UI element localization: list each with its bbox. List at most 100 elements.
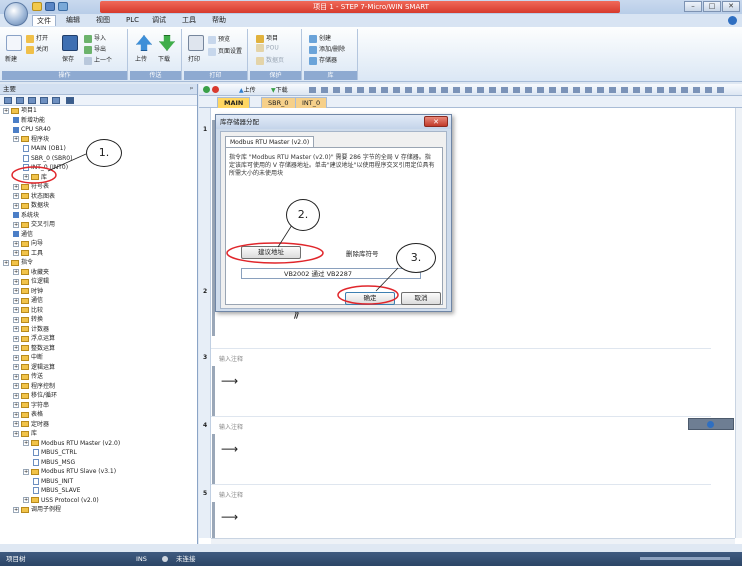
expand-icon[interactable]: +	[13, 221, 19, 228]
menu-plc[interactable]: PLC	[122, 15, 143, 26]
tree-item[interactable]: INT_0 (INT0)	[23, 164, 68, 172]
network-comment[interactable]: 输入注释	[219, 490, 243, 499]
tree-item[interactable]: + 表格	[13, 411, 43, 419]
tree-item[interactable]: SBR_0 (SBR0)	[23, 154, 72, 163]
tree-item[interactable]: + 向导	[13, 240, 43, 248]
tree-item[interactable]: + 计数器	[13, 326, 49, 334]
expand-icon[interactable]: +	[13, 288, 19, 294]
expand-icon[interactable]: +	[13, 411, 19, 418]
expand-icon[interactable]: +	[3, 259, 9, 266]
expand-icon[interactable]: +	[13, 354, 19, 361]
tree-item[interactable]: + 通信	[13, 297, 43, 305]
tree-item[interactable]: MBUS_MSG	[33, 458, 75, 467]
tree-item[interactable]: 通信	[13, 231, 33, 239]
editor-upload-button[interactable]: ▲上传	[239, 85, 256, 94]
menu-help[interactable]: 帮助	[208, 15, 230, 26]
tree-item[interactable]: + 收藏夹	[13, 269, 49, 277]
tree-item[interactable]: + 转换	[13, 316, 43, 324]
tree-tool-icon-5[interactable]	[52, 97, 60, 104]
expand-icon[interactable]: +	[13, 250, 19, 256]
add-remove-library-button[interactable]: 添加/删除	[309, 44, 345, 54]
tree-item[interactable]: + 传送	[13, 373, 43, 381]
save-button[interactable]: 保存	[62, 54, 74, 63]
expand-icon[interactable]: +	[13, 240, 19, 247]
new-button[interactable]: 新建	[5, 54, 17, 63]
help-icon[interactable]	[728, 16, 737, 25]
menu-file[interactable]: 文件	[32, 15, 56, 26]
close-window-button[interactable]: ✕	[722, 1, 740, 12]
expand-icon[interactable]: +	[13, 269, 19, 275]
expand-icon[interactable]: +	[23, 174, 29, 180]
expand-icon[interactable]: +	[13, 183, 19, 190]
dialog-close-button[interactable]: ✕	[424, 116, 448, 127]
tree-item[interactable]: + Modbus RTU Slave (v3.1)	[23, 468, 116, 476]
import-button[interactable]: 导入	[84, 33, 106, 43]
address-range-field[interactable]: VB2002 通过 VB2287	[241, 268, 421, 279]
tab-int0[interactable]: INT_0	[295, 97, 328, 108]
open-button[interactable]: 打开	[26, 33, 48, 43]
tree-item[interactable]: + 程序块	[13, 136, 49, 144]
expand-icon[interactable]: +	[13, 364, 19, 370]
tree-item[interactable]: MBUS_SLAVE	[33, 487, 80, 495]
zoom-slider[interactable]	[640, 557, 730, 560]
expand-icon[interactable]: +	[13, 326, 19, 332]
tree-item[interactable]: MBUS_INIT	[33, 477, 73, 486]
expand-icon[interactable]: +	[13, 506, 19, 513]
menu-edit[interactable]: 编辑	[62, 15, 84, 26]
tree-item[interactable]: + 指令	[3, 259, 33, 267]
tree-item[interactable]: + 数据块	[13, 202, 49, 210]
page-setup-button[interactable]: 页面设置	[208, 46, 242, 56]
expand-icon[interactable]: +	[13, 345, 19, 351]
vertical-scrollbar[interactable]	[735, 108, 742, 538]
tree-tool-icon-2[interactable]	[16, 97, 24, 104]
expand-icon[interactable]: +	[13, 136, 19, 142]
tree-item[interactable]: + 字符串	[13, 402, 49, 410]
library-memory-button[interactable]: 存储器	[309, 55, 337, 65]
help-widget[interactable]	[688, 418, 734, 430]
tree-item[interactable]: + 中断	[13, 354, 43, 362]
editor-download-button[interactable]: ▼下载	[271, 85, 288, 94]
expand-icon[interactable]: +	[13, 402, 19, 408]
tree-item[interactable]: + USS Protocol (v2.0)	[23, 497, 99, 505]
expand-icon[interactable]: +	[23, 497, 29, 503]
tree-item[interactable]: + 程序控制	[13, 383, 55, 391]
tree-item[interactable]: MAIN (OB1)	[23, 145, 66, 153]
tree-tool-icon-4[interactable]	[40, 97, 48, 104]
expand-icon[interactable]: +	[13, 297, 19, 304]
expand-icon[interactable]: +	[13, 430, 19, 437]
menu-view[interactable]: 视图	[92, 15, 114, 26]
expand-icon[interactable]: +	[3, 107, 9, 114]
tree-item[interactable]: + 工具	[13, 250, 43, 258]
expand-icon[interactable]: +	[23, 440, 29, 446]
run-icon[interactable]	[203, 86, 210, 93]
preview-button[interactable]: 预览	[208, 34, 230, 44]
suggest-address-button[interactable]: 建议地址	[241, 246, 301, 259]
tree-item[interactable]: + 浮点运算	[13, 335, 55, 343]
export-button[interactable]: 导出	[84, 44, 106, 54]
protect-project-button[interactable]: 项目	[256, 33, 278, 43]
tab-main[interactable]: MAIN	[217, 97, 251, 108]
tree-item[interactable]: + 整数运算	[13, 345, 55, 353]
menu-debug[interactable]: 调试	[148, 15, 170, 26]
pin-icon[interactable]: ᵖ	[190, 84, 193, 95]
protect-pou-button[interactable]: POU	[256, 44, 279, 52]
save-icon[interactable]	[45, 2, 55, 11]
new-icon[interactable]	[32, 2, 42, 11]
minimize-button[interactable]: –	[684, 1, 702, 12]
tree-item[interactable]: + 状态图表	[13, 193, 55, 201]
tree-item[interactable]: + 交叉引用	[13, 221, 55, 229]
tab-sbr0[interactable]: SBR_0	[261, 97, 296, 108]
protect-data-page-button[interactable]: 数据页	[256, 55, 284, 65]
tree-item[interactable]: + 库	[13, 430, 37, 438]
expand-icon[interactable]: +	[13, 421, 19, 427]
tree-item[interactable]: MBUS_CTRL	[33, 449, 77, 457]
print-button[interactable]: 打印	[188, 54, 200, 63]
create-library-button[interactable]: 创建	[309, 33, 331, 43]
expand-icon[interactable]: +	[13, 373, 19, 380]
cancel-button[interactable]: 取消	[401, 292, 441, 305]
expand-icon[interactable]: +	[13, 316, 19, 323]
tree-item[interactable]: + 调用子例程	[13, 506, 61, 514]
expand-icon[interactable]: +	[13, 307, 19, 313]
tree-item[interactable]: 新增功能	[13, 117, 45, 125]
expand-icon[interactable]: +	[13, 392, 19, 399]
